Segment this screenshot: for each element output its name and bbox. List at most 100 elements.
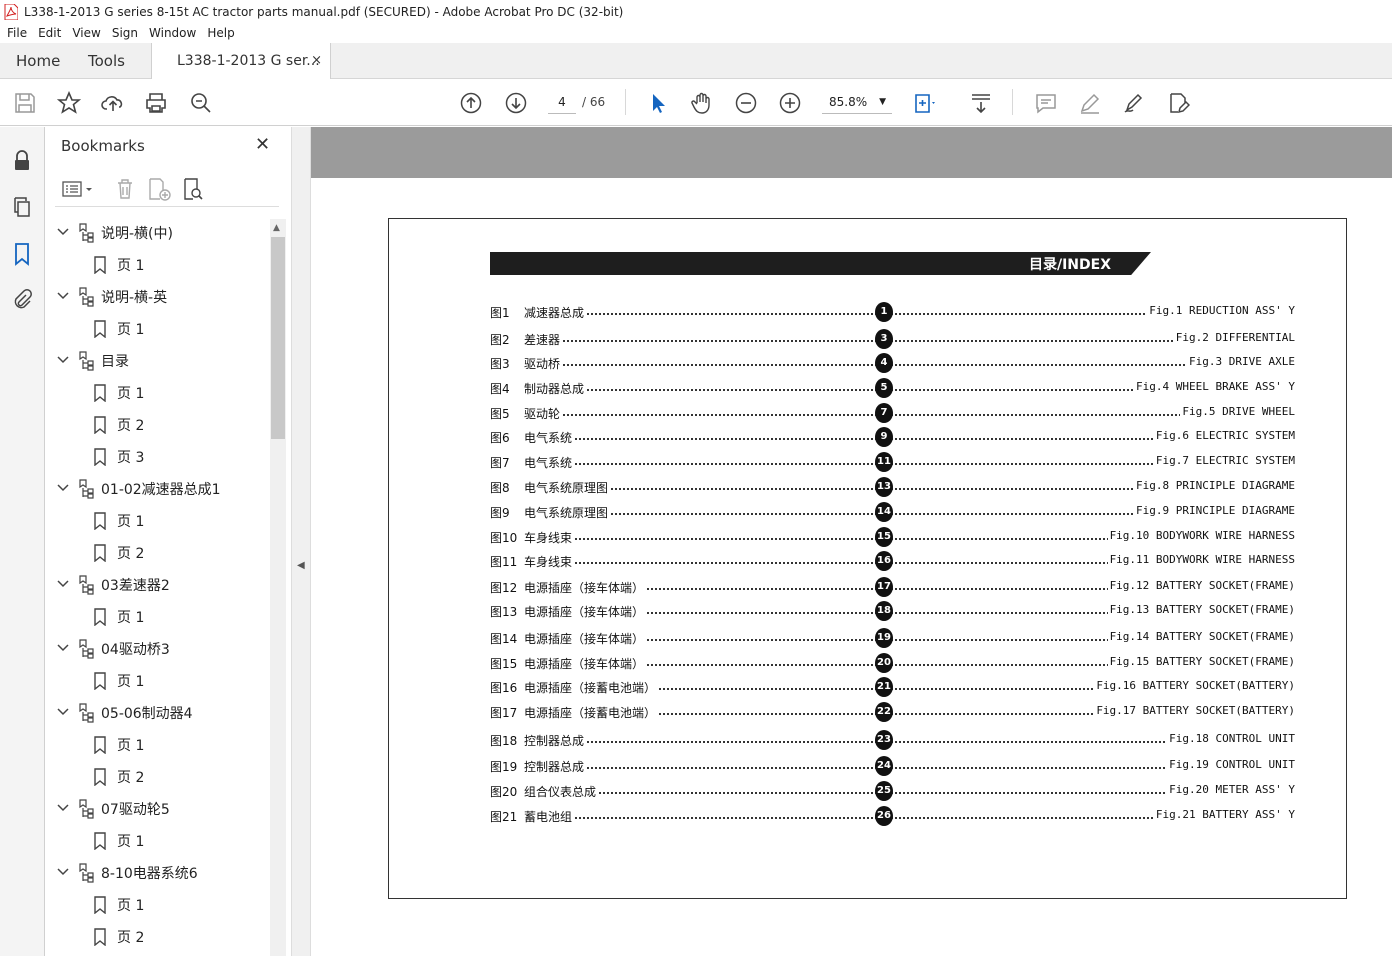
- bookmark-page[interactable]: 页 1: [45, 889, 269, 921]
- highlight-pen-icon[interactable]: [1078, 91, 1102, 115]
- new-bookmark-icon[interactable]: [146, 177, 172, 205]
- index-figure-number: 图2: [490, 333, 510, 347]
- hand-tool-icon[interactable]: [690, 91, 714, 115]
- bookmark-section[interactable]: 04驱动桥3: [45, 633, 269, 665]
- index-row: 图9 电气系统原理图 14 Fig.9 PRINCIPLE DIAGRAME: [490, 502, 1295, 522]
- index-english-title: Fig.7 ELECTRIC SYSTEM: [1153, 454, 1295, 467]
- collapse-left-arrow-icon[interactable]: ◀: [297, 560, 305, 571]
- scroll-up-arrow-icon[interactable]: ▲: [273, 223, 280, 233]
- bookmark-page[interactable]: 页 2: [45, 537, 269, 569]
- menu-window[interactable]: Window: [149, 26, 196, 40]
- bookmark-label: 页 1: [117, 738, 145, 754]
- bookmark-section[interactable]: 8-10电器系统6: [45, 857, 269, 889]
- bookmark-panel-icon[interactable]: [10, 242, 34, 266]
- bookmark-section[interactable]: 01-02减速器总成1: [45, 473, 269, 505]
- bookmark-section[interactable]: 说明-横-英: [45, 281, 269, 313]
- menu-sign[interactable]: Sign: [112, 26, 138, 40]
- chevron-down-icon[interactable]: [57, 482, 69, 498]
- scrollbar-thumb[interactable]: [271, 237, 285, 439]
- bookmark-label: 05-06制动器4: [101, 706, 193, 722]
- index-chinese-title: 电气系统: [524, 454, 575, 471]
- toolbar-separator: [1012, 89, 1013, 115]
- chevron-down-icon[interactable]: [57, 866, 69, 882]
- bookmark-page[interactable]: 页 1: [45, 313, 269, 345]
- index-english-title: Fig.13 BATTERY SOCKET(FRAME): [1107, 603, 1295, 616]
- index-page-badge: 7: [875, 403, 893, 423]
- bookmark-page[interactable]: 页 1: [45, 505, 269, 537]
- tab-document[interactable]: L338-1-2013 G ser... ×: [151, 43, 331, 80]
- index-page-badge: 20: [875, 653, 893, 673]
- delete-bookmark-icon[interactable]: [113, 177, 137, 205]
- bookmark-section[interactable]: 03差速器2: [45, 569, 269, 601]
- chevron-down-icon[interactable]: [57, 290, 69, 306]
- index-page-badge: 11: [875, 452, 893, 472]
- chevron-down-icon[interactable]: [57, 802, 69, 818]
- bookmark-section[interactable]: 目录: [45, 345, 269, 377]
- index-chinese-title: 车身线束: [524, 529, 575, 546]
- scroll-mode-icon[interactable]: [969, 91, 993, 115]
- fit-page-icon[interactable]: [913, 91, 937, 115]
- save-icon[interactable]: [13, 91, 37, 115]
- print-icon[interactable]: [144, 91, 168, 115]
- dot-leader: [530, 340, 1285, 342]
- bookmark-section[interactable]: 说明-横(中): [45, 217, 269, 249]
- tab-bar: Home Tools L338-1-2013 G ser... ×: [0, 43, 1392, 80]
- bookmark-label: 页 1: [117, 386, 145, 402]
- edit-document-icon[interactable]: [1166, 91, 1191, 115]
- upload-cloud-icon[interactable]: [101, 91, 125, 115]
- bookmark-section[interactable]: 07驱动轮5: [45, 793, 269, 825]
- index-row: 图14 电源插座（接车体端） 19 Fig.14 BATTERY SOCKET(FRA…: [490, 628, 1295, 648]
- menu-edit[interactable]: Edit: [38, 26, 61, 40]
- chevron-down-icon[interactable]: [57, 642, 69, 658]
- menu-file[interactable]: File: [7, 26, 27, 40]
- comment-icon[interactable]: [1034, 91, 1058, 115]
- chevron-down-icon[interactable]: [57, 578, 69, 594]
- pages-thumbnail-icon[interactable]: [10, 195, 34, 219]
- menu-help[interactable]: Help: [207, 26, 234, 40]
- close-icon[interactable]: ✕: [255, 134, 270, 155]
- zoom-out-icon[interactable]: [734, 91, 758, 115]
- bookmarks-scrollbar[interactable]: ▲: [270, 219, 286, 956]
- chevron-down-icon[interactable]: [57, 354, 69, 370]
- panel-collapse-handle[interactable]: ◀: [291, 127, 311, 956]
- select-cursor-icon[interactable]: [646, 91, 670, 115]
- star-icon[interactable]: [56, 90, 82, 115]
- tab-tools[interactable]: Tools: [88, 43, 125, 79]
- bookmark-page[interactable]: 页 1: [45, 249, 269, 281]
- chevron-down-icon[interactable]: [57, 226, 69, 242]
- find-bookmark-icon[interactable]: [181, 177, 205, 205]
- index-chinese-title: 电源插座（接蓄电池端）: [524, 679, 659, 696]
- index-row: 图17 电源插座（接蓄电池端） 22 Fig.17 BATTERY SOCKET(BA…: [490, 702, 1295, 722]
- bookmarks-toolbar: [55, 173, 279, 207]
- bookmark-page[interactable]: 页 1: [45, 601, 269, 633]
- attachment-paperclip-icon[interactable]: [10, 288, 34, 312]
- index-figure-number: 图12: [490, 581, 518, 595]
- bookmark-options-icon[interactable]: [61, 177, 95, 205]
- page-number-input[interactable]: 4: [548, 90, 576, 114]
- bookmark-page[interactable]: 页 1: [45, 825, 269, 857]
- tab-close-icon[interactable]: ×: [311, 43, 322, 79]
- bookmark-page[interactable]: 页 3: [45, 441, 269, 473]
- page-down-icon[interactable]: [504, 91, 528, 115]
- bookmark-page[interactable]: 页 1: [45, 665, 269, 697]
- bookmark-label: 页 1: [117, 834, 145, 850]
- index-english-title: Fig.1 REDUCTION ASS' Y: [1147, 304, 1295, 317]
- bookmark-section[interactable]: 05-06制动器4: [45, 697, 269, 729]
- lock-icon[interactable]: [10, 149, 34, 173]
- bookmark-page[interactable]: 页 1: [45, 377, 269, 409]
- index-page-badge: 23: [875, 730, 893, 750]
- page-up-icon[interactable]: [459, 91, 483, 115]
- document-viewer[interactable]: 目录/INDEX 图1 减速器总成 1 Fig.1 REDUCTION ASS' Y图…: [311, 127, 1392, 956]
- bookmark-page[interactable]: 页 2: [45, 921, 269, 953]
- bookmark-page[interactable]: 页 2: [45, 761, 269, 793]
- chevron-down-icon[interactable]: [57, 706, 69, 722]
- zoom-level-select[interactable]: 85.8% ▼: [822, 90, 892, 114]
- bookmark-page[interactable]: 页 1: [45, 729, 269, 761]
- zoom-in-icon[interactable]: [778, 91, 802, 115]
- menu-view[interactable]: View: [72, 26, 100, 40]
- index-english-title: Fig.11 BODYWORK WIRE HARNESS: [1107, 553, 1295, 566]
- bookmark-page[interactable]: 页 2: [45, 409, 269, 441]
- draw-sign-icon[interactable]: [1122, 91, 1146, 115]
- tab-home[interactable]: Home: [16, 43, 60, 79]
- zoom-search-icon[interactable]: [189, 91, 213, 115]
